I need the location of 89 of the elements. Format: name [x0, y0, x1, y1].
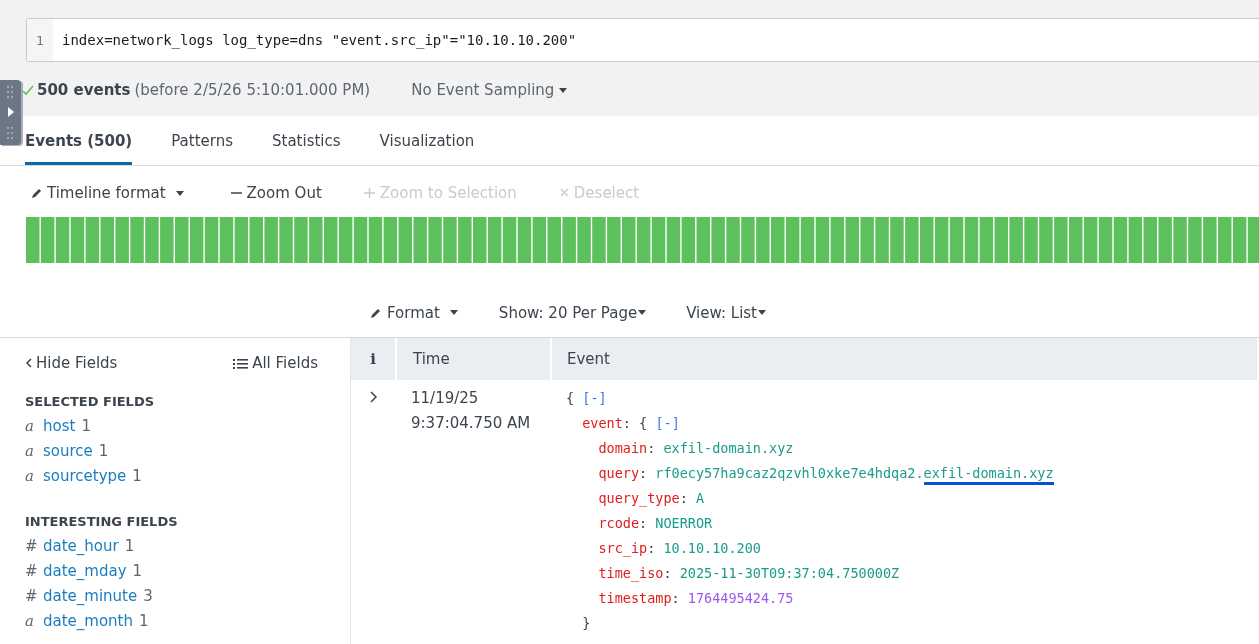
- caret-icon: [638, 309, 647, 316]
- column-header[interactable]: i: [351, 338, 397, 380]
- field-type-icon: #: [25, 562, 37, 580]
- json-value[interactable]: rf0ecy57ha9caz2qzvhl0xke7e4hdqa2.: [655, 465, 924, 481]
- time-range: (before 2/5/26 5:10:01.000 PM): [134, 81, 371, 99]
- chevron-right-icon: [368, 391, 380, 403]
- check-icon: [22, 84, 34, 96]
- field-link[interactable]: date_mday: [43, 562, 127, 580]
- field-count: 1: [81, 417, 91, 435]
- line-number: 1: [27, 19, 53, 61]
- json-key[interactable]: query_type: [598, 490, 680, 506]
- field-type-icon: a: [25, 442, 37, 460]
- column-header[interactable]: Time: [397, 338, 552, 380]
- event-time: 9:37:04.750 AM: [411, 413, 532, 434]
- tab[interactable]: Events (500): [25, 116, 133, 165]
- collapse-toggle[interactable]: [-]: [582, 390, 607, 406]
- json-brace: }: [582, 615, 591, 631]
- all-fields-link[interactable]: All Fields: [233, 354, 318, 372]
- field-count: 1: [124, 537, 135, 555]
- plus-icon: [362, 187, 376, 199]
- json-punct: :: [647, 440, 656, 456]
- field-link[interactable]: sourcetype: [43, 467, 127, 485]
- json-brace: {: [639, 415, 648, 431]
- field-link[interactable]: host: [43, 417, 76, 435]
- json-key[interactable]: domain: [598, 440, 648, 456]
- json-key[interactable]: timestamp: [598, 590, 672, 606]
- json-brace: {: [566, 390, 575, 406]
- json-value[interactable]: 1764495424.75: [687, 590, 794, 606]
- caret-icon: [449, 309, 458, 316]
- close-icon: [558, 187, 570, 199]
- json-value[interactable]: NOERROR: [655, 515, 713, 531]
- timeline-bars[interactable]: [26, 217, 1259, 263]
- json-value[interactable]: exfil-domain.xyz: [663, 440, 794, 456]
- tab[interactable]: Statistics: [272, 116, 341, 165]
- field-type-icon: #: [25, 587, 37, 605]
- chevron-left-icon: [25, 358, 32, 368]
- caret-icon: [758, 309, 766, 316]
- json-value[interactable]: A: [695, 490, 705, 506]
- highlighted-value: exfil-domain.xyz: [923, 465, 1054, 485]
- field-type-icon: a: [25, 612, 37, 630]
- pencil-icon: [370, 306, 382, 319]
- json-key[interactable]: src_ip: [598, 540, 648, 556]
- json-value[interactable]: 2025-11-30T09:37:04.750000Z: [679, 565, 900, 581]
- json-punct: :: [671, 590, 680, 606]
- collapse-toggle[interactable]: [-]: [655, 415, 680, 431]
- field-link[interactable]: source: [43, 442, 93, 460]
- timeline-format-button[interactable]: Timeline format: [31, 184, 184, 202]
- json-value[interactable]: 10.10.10.200: [663, 540, 761, 556]
- sampling-dropdown[interactable]: No Event Sampling: [411, 81, 568, 99]
- dropdown-button[interactable]: View: List: [686, 303, 766, 322]
- event-count: 500 events: [37, 81, 131, 99]
- json-punct: :: [639, 465, 648, 481]
- json-punct: :: [679, 490, 688, 506]
- json-key[interactable]: time_iso: [598, 565, 664, 581]
- field-type-icon: a: [25, 417, 37, 435]
- dropdown-button[interactable]: Show: 20 Per Page: [498, 303, 647, 322]
- column-header[interactable]: Event: [552, 338, 1259, 380]
- pencil-icon: [31, 187, 43, 199]
- field-link[interactable]: date_hour: [43, 537, 119, 555]
- section-heading: INTERESTING FIELDS: [25, 514, 179, 529]
- json-key[interactable]: query: [598, 465, 640, 481]
- hide-fields-link[interactable]: Hide Fields: [25, 354, 118, 372]
- caret-icon: [559, 86, 568, 94]
- field-count: 1: [132, 562, 143, 580]
- field-link[interactable]: date_month: [43, 612, 133, 630]
- caret-icon: [175, 189, 184, 197]
- tab[interactable]: Visualization: [379, 116, 475, 165]
- event-time: 11/19/25: [411, 388, 480, 409]
- field-type-icon: #: [25, 537, 37, 555]
- field-count: 3: [143, 587, 153, 605]
- json-punct: :: [622, 415, 631, 431]
- json-punct: :: [663, 565, 672, 581]
- field-count: 1: [139, 612, 149, 630]
- json-key: event: [582, 415, 623, 431]
- json-punct: :: [639, 515, 648, 531]
- field-type-icon: a: [25, 467, 37, 485]
- panel-toggle-handle[interactable]: [0, 80, 21, 145]
- tab[interactable]: Patterns: [171, 116, 233, 165]
- search-field[interactable]: 1 index=network_logs log_type=dns "event.src_ip"="10.10.10.200": [26, 18, 1259, 62]
- field-count: 1: [98, 442, 109, 460]
- search-query: index=network_logs log_type=dns "event.src_ip"="10.10.10.200": [61, 31, 577, 51]
- list-icon: [233, 357, 249, 369]
- timeline-zoom-out-button[interactable]: Zoom Out: [229, 184, 322, 202]
- json-key[interactable]: rcode: [598, 515, 640, 531]
- field-count: 1: [132, 467, 142, 485]
- json-punct: :: [647, 540, 656, 556]
- field-link[interactable]: date_minute: [43, 587, 138, 605]
- format-menu[interactable]: Format: [370, 303, 458, 322]
- section-heading: SELECTED FIELDS: [25, 394, 156, 409]
